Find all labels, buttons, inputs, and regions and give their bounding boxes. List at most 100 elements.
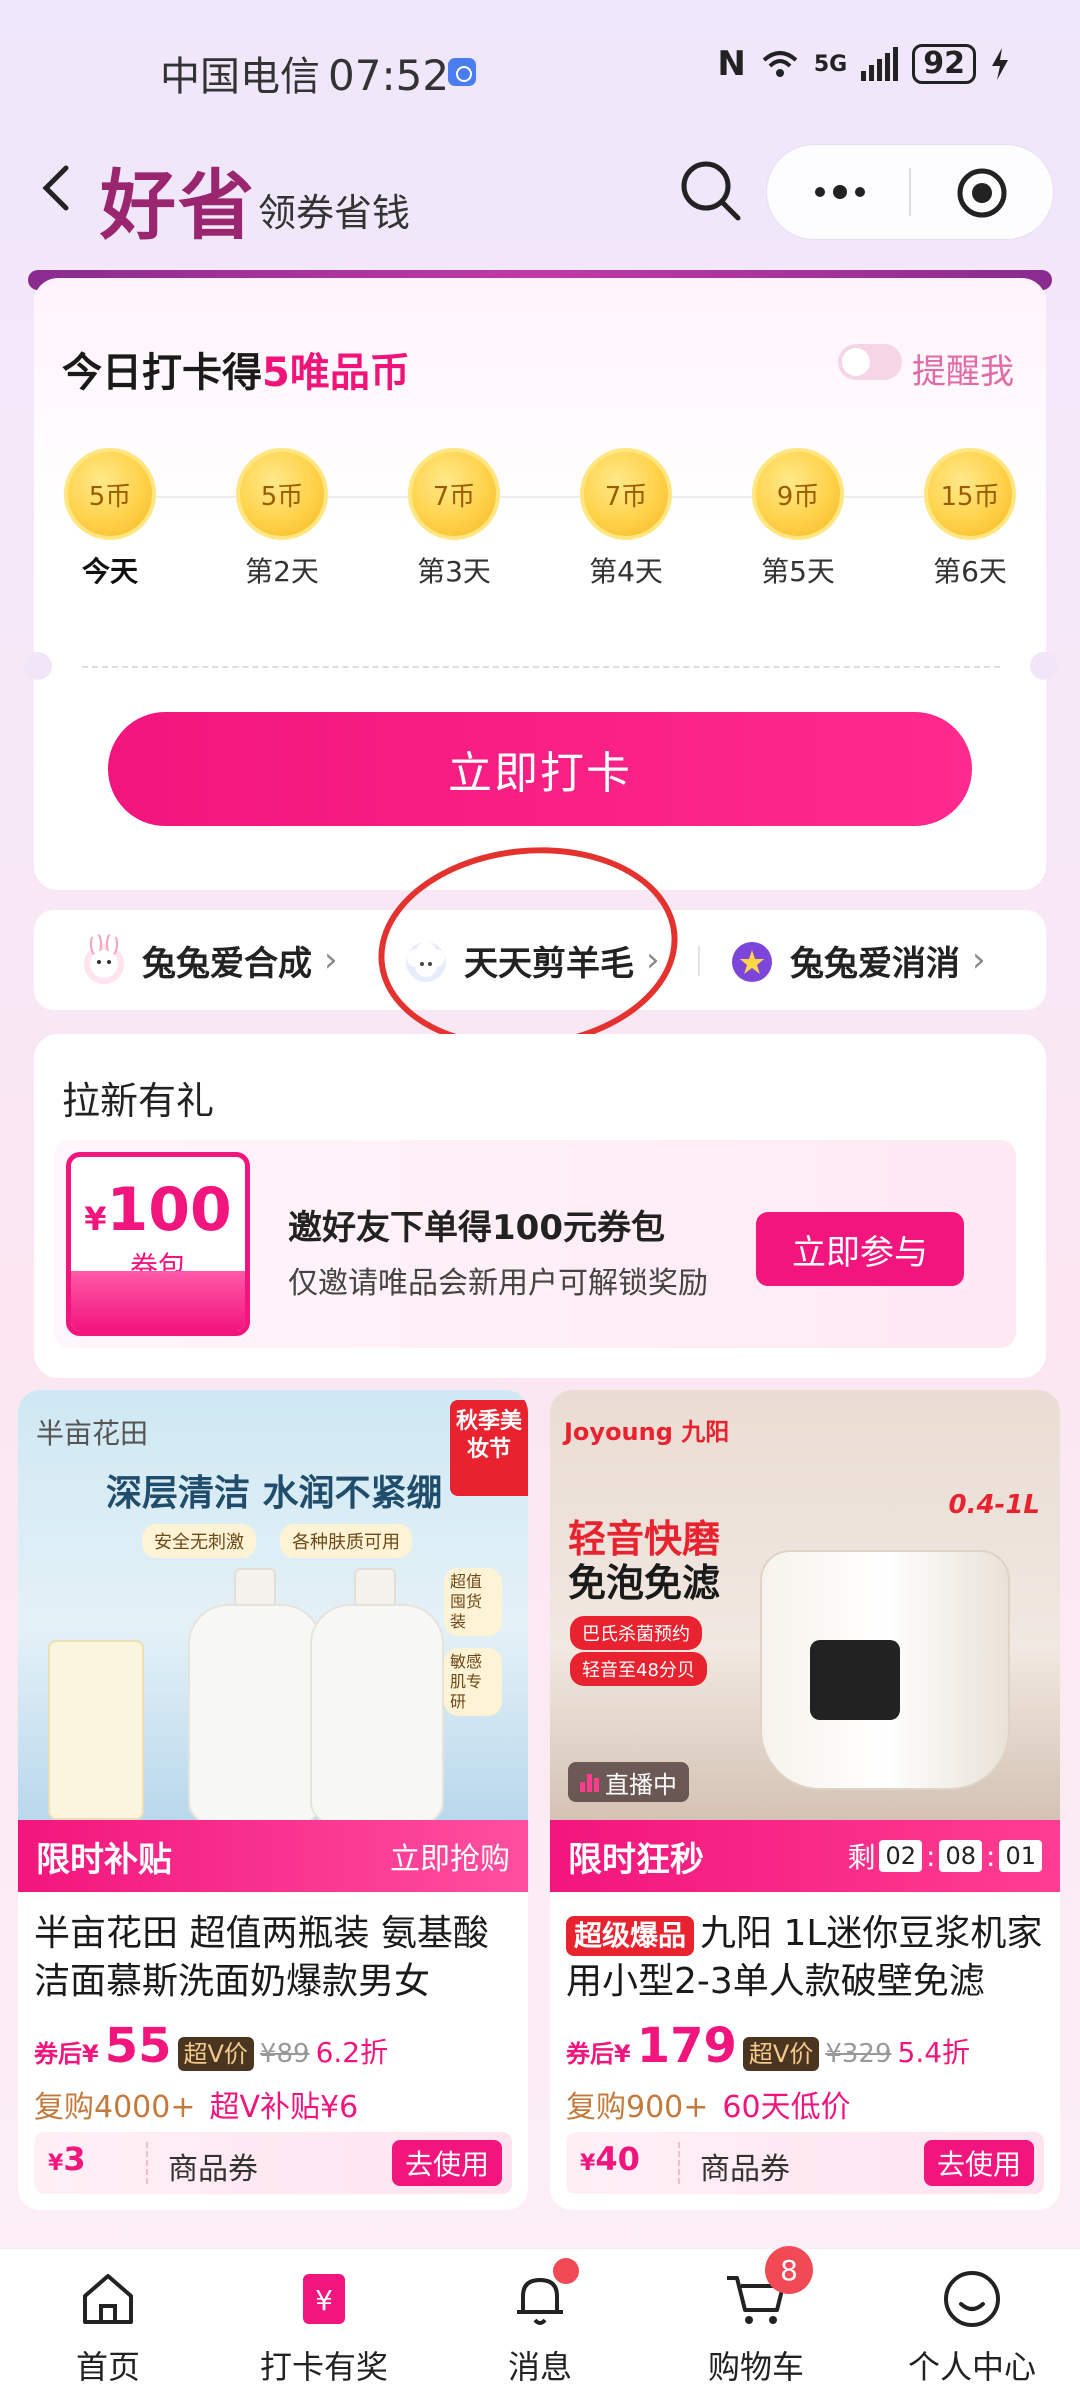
game-item-bunny-match[interactable]: 兔兔爱消消 ›: [726, 910, 986, 1010]
coupon-divider: [146, 2142, 148, 2184]
product-coupon: ¥3 商品券 去使用: [34, 2132, 512, 2194]
coin-day-4: 7币: [580, 448, 672, 540]
season-badge: 秋季美妆节: [450, 1400, 528, 1496]
coin-amount: 5币: [260, 481, 304, 512]
image-pill: 巴氏杀菌预约: [570, 1616, 702, 1650]
coin-amount: 9币: [776, 481, 820, 512]
countdown-timer: 剩 02: 08: 01: [847, 1836, 1042, 1876]
battery-level: 92: [912, 44, 976, 84]
nav-label: 首页: [75, 2348, 140, 2386]
bottle-pump: [234, 1568, 276, 1608]
carrier-name: 中国电信: [160, 54, 320, 100]
coupon-amount: ¥3: [48, 2140, 86, 2178]
chevron-right-icon: ›: [324, 940, 338, 980]
yen-symbol: ¥: [84, 1200, 107, 1238]
coin-amount: 7币: [432, 481, 476, 512]
bottle-pump: [354, 1568, 396, 1608]
repurchase-count: 复购900+: [566, 2090, 709, 2125]
back-icon[interactable]: [28, 158, 88, 218]
coin-day-6: 15币: [924, 448, 1016, 540]
brand-title: 好省: [100, 161, 256, 250]
promo-label: 限时补贴: [36, 1839, 172, 1880]
image-brand: Joyoung 九阳: [564, 1418, 730, 1446]
product-title[interactable]: 超级爆品 九阳 1L迷你豆浆机家用小型2-3单人款破壁免滤: [566, 1910, 1050, 2006]
product-image[interactable]: Joyoung 九阳 轻音快磨 免泡免滤 巴氏杀菌预约 轻音至48分贝 0.4-…: [550, 1390, 1060, 1820]
tube-shape: [48, 1640, 144, 1820]
bottle-shape: [188, 1604, 322, 1824]
product-title[interactable]: 半亩花田 超值两瓶装 氨基酸洁面慕斯洗面奶爆款男女: [34, 1910, 518, 2006]
wifi-icon: [762, 51, 798, 77]
product-image[interactable]: 半亩花田 深层清洁 水润不紧绷 安全无刺激 各种肤质可用 超值囤货装 敏感肌专研…: [18, 1390, 528, 1824]
checkin-button[interactable]: 立即打卡: [108, 712, 972, 826]
promo-strip[interactable]: 限时补贴 立即抢购: [18, 1820, 528, 1892]
card-notch: [24, 652, 52, 680]
coupon-decor: [71, 1271, 245, 1331]
status-right: N 5G 92: [717, 44, 1010, 84]
timer-minutes: 08: [939, 1840, 983, 1872]
remind-label[interactable]: 提醒我: [912, 344, 1014, 393]
nav-home[interactable]: 首页: [8, 2264, 208, 2388]
cart-icon-wrap: 8: [721, 2246, 813, 2334]
game-item-bunny-merge[interactable]: 兔兔爱合成 ›: [78, 910, 338, 1010]
timer-seconds: 01: [999, 1840, 1042, 1872]
image-side-tag: 超值囤货装: [444, 1568, 502, 1636]
live-label: 直播中: [605, 1770, 677, 1799]
coupon-amount: ¥100: [71, 1175, 245, 1245]
more-icon[interactable]: [800, 170, 880, 214]
card-divider: [82, 666, 1000, 668]
hotspot-icon: [448, 58, 476, 86]
product-card[interactable]: Joyoung 九阳 轻音快磨 免泡免滤 巴氏杀菌预约 轻音至48分贝 0.4-…: [550, 1390, 1060, 2210]
search-icon[interactable]: [676, 156, 746, 226]
v-price-tag: 超V价: [742, 2037, 820, 2071]
join-button[interactable]: 立即参与: [756, 1212, 964, 1286]
promo-strip[interactable]: 限时狂秒 剩 02: 08: 01: [550, 1820, 1060, 1892]
card-notch: [1030, 652, 1058, 680]
live-badge[interactable]: 直播中: [568, 1762, 689, 1802]
use-coupon-button[interactable]: 去使用: [392, 2140, 502, 2186]
timer-prefix: 剩: [847, 1841, 876, 1874]
image-brand: 半亩花田: [36, 1417, 149, 1450]
image-chip: 安全无刺激: [142, 1524, 256, 1558]
coin-day-3: 7币: [408, 448, 500, 540]
nav-label: 消息: [507, 2348, 572, 2386]
low-price-info: 60天低价: [722, 2090, 851, 2125]
nav-messages[interactable]: 消息: [440, 2258, 640, 2388]
live-icon: [580, 1772, 599, 1792]
home-icon: [83, 2274, 133, 2324]
price-row: 券后¥ 179 超V价 ¥329 5.4折: [566, 2018, 970, 2074]
status-carrier: 中国电信 07:52: [160, 44, 449, 102]
timer-hours: 02: [879, 1840, 923, 1872]
image-headline: 深层清洁 水润不紧绷: [106, 1473, 443, 1514]
nav-profile[interactable]: 个人中心: [872, 2264, 1072, 2388]
status-time: 07:52: [328, 51, 450, 100]
price-prefix: 券后¥: [34, 2040, 99, 2068]
remind-toggle[interactable]: [838, 344, 902, 380]
chevron-right-icon: ›: [972, 940, 986, 980]
discount: 5.4折: [897, 2036, 971, 2069]
nav-cart[interactable]: 8 购物车: [656, 2246, 856, 2388]
close-miniapp-icon[interactable]: [955, 166, 1009, 220]
referral-headline: 邀好友下单得100元券包: [288, 1208, 665, 1248]
nfc-icon: N: [717, 44, 746, 84]
network-type: 5G: [813, 51, 848, 77]
v-price-tag: 超V价: [177, 2037, 254, 2071]
svg-text:¥: ¥: [315, 2284, 333, 2317]
coupon-amount: ¥40: [580, 2140, 640, 2178]
grab-now-link[interactable]: 立即抢购: [390, 1834, 510, 1878]
nav-checkin[interactable]: ¥ 打卡有奖: [224, 2264, 424, 2388]
promo-label: 限时狂秒: [568, 1839, 704, 1880]
product-card[interactable]: 半亩花田 深层清洁 水润不紧绷 安全无刺激 各种肤质可用 超值囤货装 敏感肌专研…: [18, 1390, 528, 2210]
day-label: 第6天: [933, 555, 1007, 588]
original-price: ¥329: [825, 2039, 892, 2069]
use-coupon-button[interactable]: 去使用: [924, 2140, 1034, 2186]
coin-day-1: 5币: [64, 448, 156, 540]
charging-icon: [992, 48, 1008, 80]
price-prefix: 券后¥: [566, 2040, 631, 2068]
bunny-icon: [84, 934, 124, 984]
price-value: 179: [636, 2018, 737, 2074]
original-price: ¥89: [259, 2039, 310, 2069]
checkin-title: 今日打卡得5唯品币: [62, 340, 410, 398]
signal-icon: [861, 47, 899, 81]
coin-amount: 5币: [88, 481, 132, 512]
sub-info: 复购900+ 60天低价: [566, 2082, 851, 2126]
